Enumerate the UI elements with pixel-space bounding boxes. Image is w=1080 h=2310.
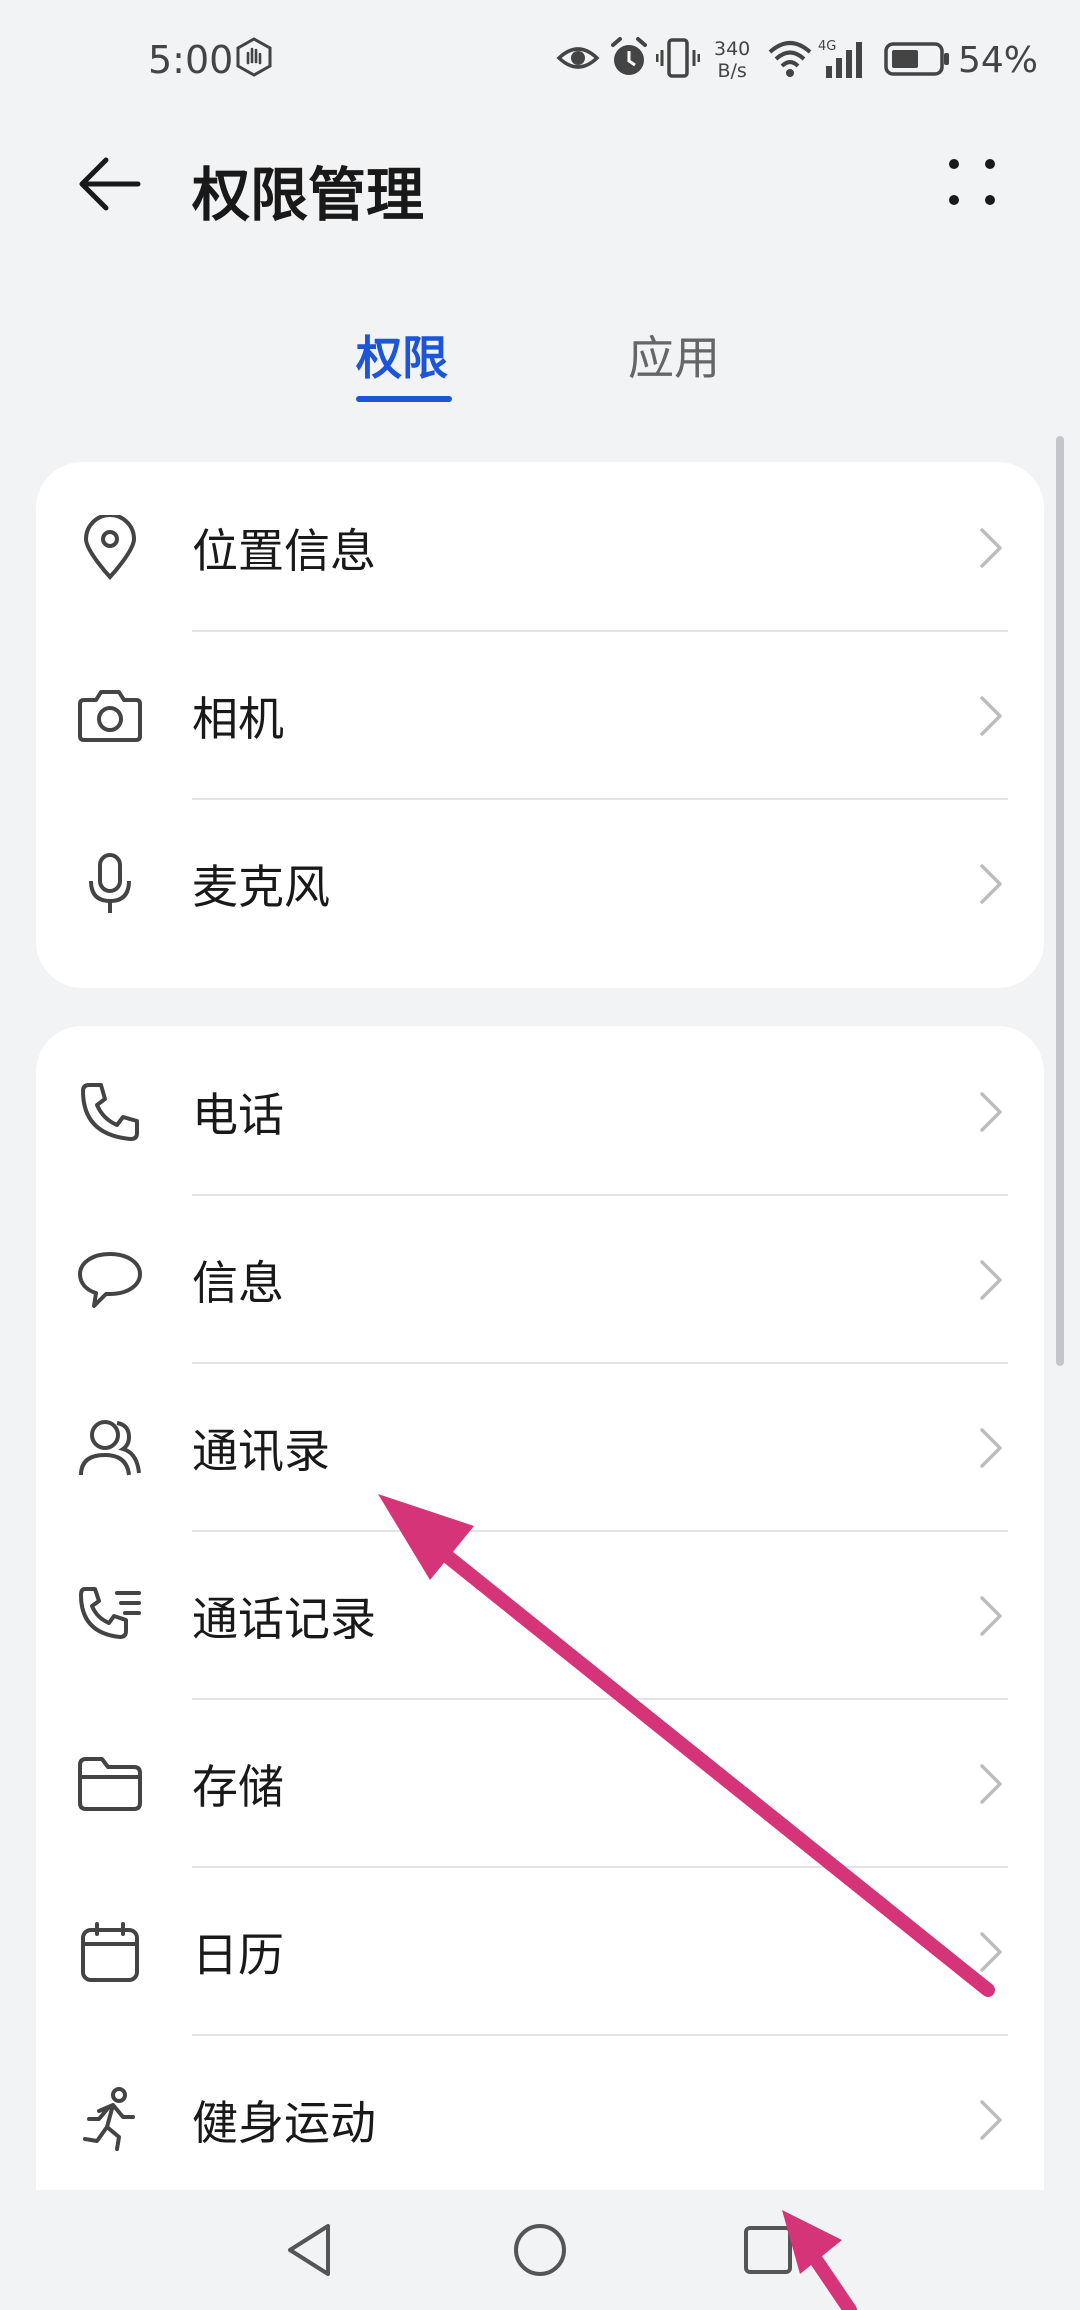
back-button[interactable]	[70, 150, 150, 222]
home-circle-icon	[514, 2224, 566, 2276]
permission-item-camera[interactable]: 相机	[36, 632, 1044, 800]
page-title: 权限管理	[192, 161, 425, 229]
permission-item-label: 通讯录	[192, 1424, 330, 1478]
permission-item-fitness[interactable]: 健身运动	[36, 2036, 1044, 2204]
chevron-right-icon	[980, 528, 1002, 568]
vibrate-icon	[655, 36, 701, 84]
permission-item-label: 相机	[192, 692, 284, 746]
chevron-right-icon	[980, 1764, 1002, 1804]
phone-icon	[76, 1078, 144, 1146]
permission-management-screen: 5:00 340 B/s 4G 54% 权限管理 权限 应用 位置信息 相机 麦…	[0, 0, 1080, 2310]
battery-percentage: 54%	[958, 40, 1039, 81]
eye-icon	[556, 36, 600, 84]
arrow-left-icon	[78, 156, 142, 216]
permission-item-label: 麦克风	[192, 860, 330, 914]
alarm-icon	[608, 36, 650, 84]
nav-home-button[interactable]	[502, 2212, 578, 2288]
location-pin-icon	[76, 514, 144, 582]
message-bubble-icon	[76, 1246, 144, 1314]
recents-square-icon	[744, 2226, 792, 2274]
chevron-right-icon	[980, 1092, 1002, 1132]
permission-item-label: 健身运动	[192, 2096, 376, 2150]
permission-item-microphone[interactable]: 麦克风	[36, 800, 1044, 968]
chevron-right-icon	[980, 1932, 1002, 1972]
chevron-right-icon	[980, 864, 1002, 904]
scrollbar[interactable]	[1056, 436, 1064, 1366]
permission-item-calendar[interactable]: 日历	[36, 1868, 1044, 2036]
hand-icon	[234, 36, 274, 82]
camera-icon	[76, 682, 144, 750]
permission-item-phone[interactable]: 电话	[36, 1028, 1044, 1196]
chevron-right-icon	[980, 1428, 1002, 1468]
permission-item-call-log[interactable]: 通话记录	[36, 1532, 1044, 1700]
permission-item-label: 电话	[192, 1088, 284, 1142]
active-tab-indicator	[356, 396, 452, 402]
network-speed-value: 340	[714, 38, 751, 60]
permission-item-label: 日历	[192, 1928, 284, 1982]
network-speed-unit: B/s	[717, 60, 747, 82]
system-navigation-bar	[0, 2190, 1080, 2310]
chevron-right-icon	[980, 1596, 1002, 1636]
permission-group-card-1: 位置信息 相机 麦克风	[36, 462, 1044, 988]
permission-item-contacts[interactable]: 通讯录	[36, 1364, 1044, 1532]
contacts-icon	[76, 1414, 144, 1482]
microphone-icon	[76, 850, 144, 918]
permission-item-messages[interactable]: 信息	[36, 1196, 1044, 1364]
back-triangle-icon	[288, 2224, 330, 2276]
network-type-label: 4G	[818, 39, 836, 54]
signal-icon: 4G	[816, 36, 876, 86]
permission-item-label: 位置信息	[192, 524, 376, 578]
permission-item-label: 信息	[192, 1256, 284, 1310]
wifi-icon	[766, 36, 814, 84]
folder-icon	[76, 1750, 144, 1818]
battery-icon	[884, 42, 950, 80]
permission-item-storage[interactable]: 存储	[36, 1700, 1044, 1868]
status-bar: 5:00 340 B/s 4G 54%	[0, 0, 1080, 124]
chevron-right-icon	[980, 2100, 1002, 2140]
permission-item-label: 存储	[192, 1760, 284, 1814]
calendar-icon	[76, 1918, 144, 1986]
permission-item-label: 通话记录	[192, 1592, 376, 1646]
status-time: 5:00	[148, 38, 234, 82]
more-options-button[interactable]	[934, 150, 1010, 226]
permission-item-location[interactable]: 位置信息	[36, 464, 1044, 632]
call-log-icon	[76, 1582, 144, 1650]
permission-group-card-2: 电话 信息 通讯录 通话记录 存储 日历 健身运动	[36, 1026, 1044, 2310]
chevron-right-icon	[980, 1260, 1002, 1300]
running-icon	[76, 2086, 144, 2154]
tab-apps[interactable]: 应用	[628, 322, 720, 388]
nav-recents-button[interactable]	[730, 2212, 806, 2288]
more-dots-icon	[949, 159, 995, 205]
tab-permissions[interactable]: 权限	[356, 322, 448, 388]
network-speed: 340 B/s	[714, 38, 750, 82]
chevron-right-icon	[980, 696, 1002, 736]
nav-back-button[interactable]	[272, 2212, 348, 2288]
